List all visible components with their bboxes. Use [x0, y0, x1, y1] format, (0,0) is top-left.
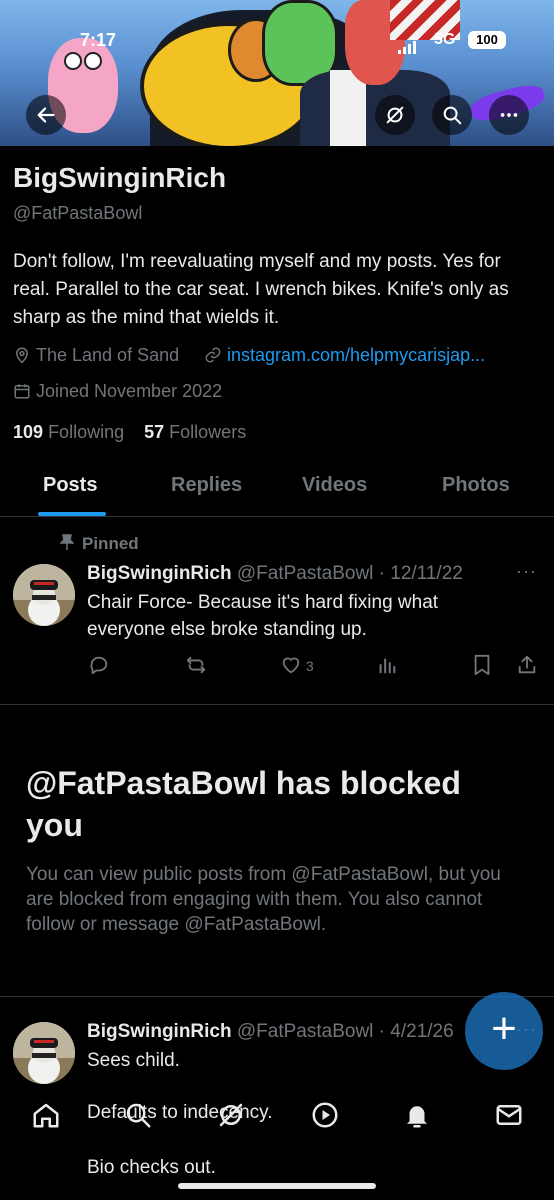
- nav-search[interactable]: [121, 1098, 155, 1132]
- avatar-image: [13, 1022, 75, 1084]
- tabs-divider: [0, 516, 554, 517]
- nav-messages[interactable]: [492, 1098, 526, 1132]
- grok-button[interactable]: [375, 95, 415, 135]
- like-count: 3: [305, 658, 314, 674]
- banner-eyes: [64, 52, 104, 75]
- link-icon: [205, 347, 221, 363]
- search-button[interactable]: [432, 95, 472, 135]
- compose-button[interactable]: +: [465, 992, 543, 1070]
- joined-text: Joined November 2022: [36, 381, 223, 401]
- bookmark-icon: [474, 654, 490, 676]
- mail-icon: [496, 1105, 522, 1125]
- following-label: Following: [48, 422, 125, 442]
- profile-handle: @FatPastaBowl: [13, 203, 143, 223]
- second-post-line1: Sees child.: [87, 1050, 180, 1071]
- reply-icon: [90, 656, 108, 675]
- more-options-button[interactable]: [489, 95, 529, 135]
- reply-button[interactable]: [88, 654, 110, 679]
- profile-website[interactable]: instagram.com/helpmycarisjap...: [204, 345, 485, 366]
- views-button[interactable]: [376, 654, 398, 679]
- heart-icon: [282, 657, 300, 674]
- profile-name: BigSwinginRich: [13, 162, 227, 193]
- location-text: The Land of Sand: [36, 345, 180, 365]
- more-dots-icon: [500, 113, 518, 117]
- share-button[interactable]: [516, 654, 538, 679]
- signal-icon: [398, 36, 418, 54]
- status-time: 7:17: [80, 30, 117, 50]
- views-chart-icon: [379, 658, 396, 674]
- avatar[interactable]: [13, 1022, 75, 1084]
- bookmark-button[interactable]: [472, 654, 492, 679]
- pinned-post-text: Chair Force- Because it's hard fixing wh…: [87, 592, 439, 640]
- pinned-label: Pinned: [82, 534, 139, 553]
- followers-link[interactable]: 57 Followers: [144, 422, 246, 442]
- nav-grok[interactable]: [214, 1098, 248, 1132]
- tab-photos[interactable]: Photos: [442, 474, 510, 497]
- share-icon: [518, 655, 536, 674]
- like-button[interactable]: 3: [280, 654, 314, 676]
- blocked-divider: [0, 996, 554, 997]
- post-meta: @FatPastaBowl · 12/11/22: [236, 563, 463, 584]
- search-icon: [443, 106, 462, 125]
- following-link[interactable]: 109 Following: [13, 422, 124, 442]
- home-indicator: [178, 1183, 376, 1189]
- battery-icon: 100: [468, 31, 506, 49]
- tab-replies[interactable]: Replies: [171, 474, 242, 497]
- pinned-label-row: Pinned: [59, 534, 139, 554]
- play-icon: [312, 1102, 338, 1128]
- followers-label: Followers: [169, 422, 247, 442]
- post-divider: [0, 704, 554, 705]
- blocked-title: @FatPastaBowl has blocked you: [26, 765, 461, 843]
- tab-posts[interactable]: Posts: [43, 474, 97, 497]
- repost-icon: [186, 656, 206, 674]
- profile-banner[interactable]: [0, 0, 554, 146]
- following-count: 109: [13, 422, 44, 442]
- back-arrow-icon: [37, 107, 55, 123]
- pinned-post-header: BigSwinginRich @FatPastaBowl · 12/11/22: [87, 563, 463, 585]
- home-icon: [33, 1103, 59, 1128]
- back-button[interactable]: [26, 95, 66, 135]
- profile-location: The Land of Sand: [13, 345, 179, 366]
- followers-count: 57: [144, 422, 165, 442]
- grok-icon: [386, 106, 404, 124]
- location-pin-icon: [15, 347, 29, 364]
- second-post-line3: Bio checks out.: [87, 1157, 216, 1178]
- second-post-header: BigSwinginRich @FatPastaBowl · 4/21/26: [87, 1021, 454, 1043]
- follow-stats: 109 Following 57 Followers: [13, 422, 246, 443]
- pin-icon: [59, 534, 75, 550]
- network-label: 5G: [434, 31, 456, 48]
- post-more-button[interactable]: ···: [516, 561, 537, 582]
- bell-icon: [407, 1106, 427, 1128]
- nav-notifications[interactable]: [400, 1098, 434, 1132]
- tab-videos[interactable]: Videos: [302, 474, 367, 497]
- avatar-image: [13, 564, 75, 626]
- post-meta: @FatPastaBowl · 4/21/26: [236, 1021, 454, 1042]
- grok-icon: [219, 1103, 243, 1127]
- avatar[interactable]: [13, 564, 75, 626]
- website-link[interactable]: instagram.com/helpmycarisjap...: [227, 345, 485, 365]
- profile-joined: Joined November 2022: [13, 381, 222, 402]
- nav-videos[interactable]: [308, 1098, 342, 1132]
- calendar-icon: [14, 384, 30, 399]
- profile-bio: Don't follow, I'm reevaluating myself an…: [13, 251, 509, 328]
- post-author-name[interactable]: BigSwinginRich: [87, 1021, 232, 1042]
- repost-button[interactable]: [184, 654, 208, 679]
- blocked-description: You can view public posts from @FatPasta…: [26, 864, 501, 935]
- search-icon: [126, 1103, 151, 1128]
- post-author-name[interactable]: BigSwinginRich: [87, 563, 232, 584]
- nav-home[interactable]: [29, 1098, 63, 1132]
